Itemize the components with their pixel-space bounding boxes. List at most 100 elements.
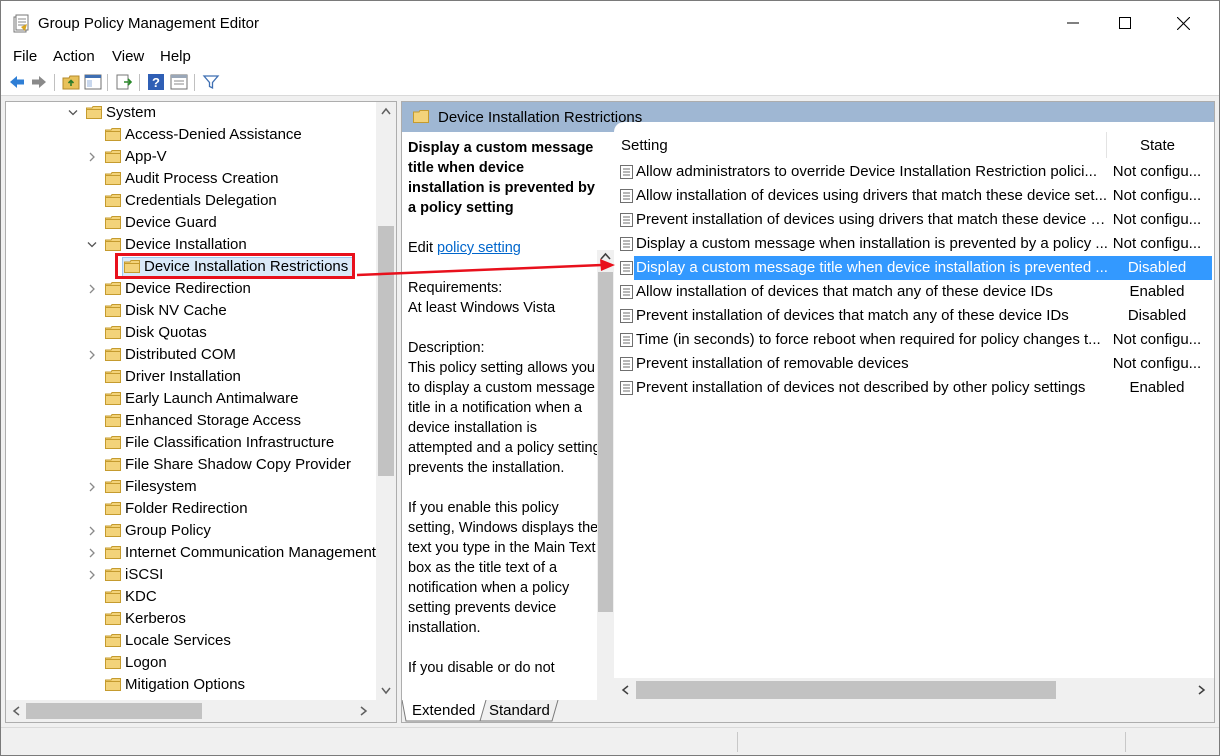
tree-item[interactable]: Distributed COM: [6, 344, 374, 366]
tree-item[interactable]: Audit Process Creation: [6, 168, 374, 190]
tree-item[interactable]: Filesystem: [6, 476, 374, 498]
filter-icon[interactable]: [202, 73, 220, 91]
setting-row[interactable]: Allow administrators to override Device …: [614, 160, 1214, 184]
tree-item[interactable]: iSCSI: [6, 564, 374, 586]
close-button[interactable]: [1154, 1, 1212, 45]
tab-extended[interactable]: Extended: [412, 702, 475, 719]
tree-item[interactable]: Early Launch Antimalware: [6, 388, 374, 410]
description-para-3: If you disable or do not: [408, 660, 555, 676]
tree-item-label: Audit Process Creation: [125, 170, 279, 187]
chevron-right-icon[interactable]: [87, 146, 97, 168]
tree-item[interactable]: Kerberos: [6, 608, 374, 630]
tree-item[interactable]: Disk NV Cache: [6, 300, 374, 322]
chevron-down-icon[interactable]: [87, 234, 97, 256]
edit-prefix: Edit: [408, 240, 438, 256]
show-hide-tree-icon[interactable]: [84, 73, 102, 91]
tree-item[interactable]: Enhanced Storage Access: [6, 410, 374, 432]
up-folder-icon[interactable]: [62, 73, 80, 91]
title-bar[interactable]: Group Policy Management Editor: [1, 1, 1219, 45]
description-scrollbar[interactable]: [597, 250, 614, 720]
tree-item-label: Driver Installation: [125, 368, 241, 385]
tree-item[interactable]: Device Guard: [6, 212, 374, 234]
tree-item[interactable]: Locale Services: [6, 630, 374, 652]
setting-row[interactable]: Allow installation of devices using driv…: [614, 184, 1214, 208]
tree-item[interactable]: System: [6, 102, 374, 124]
column-setting[interactable]: Setting: [621, 137, 668, 154]
properties-icon[interactable]: [170, 73, 188, 91]
menu-view[interactable]: View: [112, 48, 144, 65]
tree-item[interactable]: App-V: [6, 146, 374, 168]
menu-action[interactable]: Action: [53, 48, 95, 65]
tree-item-label: Folder Redirection: [125, 500, 248, 517]
scroll-right-icon[interactable]: [1198, 685, 1206, 695]
setting-name: Prevent installation of removable device…: [636, 355, 909, 372]
folder-icon: [105, 370, 121, 383]
tree-item-label: iSCSI: [125, 566, 164, 583]
tree-item[interactable]: KDC: [6, 586, 374, 608]
setting-name: Allow installation of devices using driv…: [636, 187, 1108, 204]
setting-state: Not configu...: [1112, 235, 1202, 252]
setting-row[interactable]: Allow installation of devices that match…: [614, 280, 1214, 304]
tree-horizontal-scrollbar[interactable]: [6, 700, 396, 722]
scroll-left-icon[interactable]: [621, 685, 629, 695]
chevron-right-icon[interactable]: [87, 278, 97, 300]
folder-icon: [105, 480, 121, 493]
tree-item[interactable]: Driver Installation: [6, 366, 374, 388]
chevron-right-icon[interactable]: [87, 542, 97, 564]
policy-setting-icon: [620, 333, 633, 347]
setting-row[interactable]: Display a custom message title when devi…: [614, 256, 1214, 280]
setting-row[interactable]: Prevent installation of removable device…: [614, 352, 1214, 376]
setting-state: Not configu...: [1112, 187, 1202, 204]
tree-item[interactable]: Logon: [6, 652, 374, 674]
maximize-button[interactable]: [1096, 1, 1154, 45]
minimize-button[interactable]: [1044, 1, 1102, 45]
tree-item[interactable]: Device Redirection: [6, 278, 374, 300]
menu-file[interactable]: File: [13, 48, 37, 65]
scroll-down-icon[interactable]: [381, 687, 391, 695]
tree-item[interactable]: Credentials Delegation: [6, 190, 374, 212]
scroll-left-icon[interactable]: [12, 706, 20, 716]
chevron-right-icon[interactable]: [87, 564, 97, 586]
setting-row[interactable]: Prevent installation of devices not desc…: [614, 376, 1214, 400]
setting-name: Allow administrators to override Device …: [636, 163, 1098, 180]
menu-help[interactable]: Help: [160, 48, 191, 65]
export-list-icon[interactable]: [115, 73, 133, 91]
folder-icon: [105, 194, 121, 207]
tree-item[interactable]: File Share Shadow Copy Provider: [6, 454, 374, 476]
column-state[interactable]: State: [1140, 137, 1175, 154]
folder-icon: [105, 524, 121, 537]
scroll-up-icon[interactable]: [381, 107, 391, 115]
setting-row[interactable]: Time (in seconds) to force reboot when r…: [614, 328, 1214, 352]
tree-item[interactable]: Mitigation Options: [6, 674, 374, 696]
column-divider[interactable]: [1106, 132, 1107, 158]
tree-item[interactable]: Internet Communication Management: [6, 542, 376, 564]
close-icon: [1176, 16, 1190, 30]
list-hscroll-thumb[interactable]: [636, 681, 1056, 699]
description-scroll-thumb[interactable]: [598, 272, 613, 612]
edit-policy-link[interactable]: policy setting: [437, 240, 521, 256]
setting-row[interactable]: Prevent installation of devices that mat…: [614, 304, 1214, 328]
tree-item-label: File Share Shadow Copy Provider: [125, 456, 351, 473]
tree-item[interactable]: Disk Quotas: [6, 322, 374, 344]
chevron-right-icon[interactable]: [87, 344, 97, 366]
tree-item-label: Group Policy: [125, 522, 211, 539]
tree-item[interactable]: Access-Denied Assistance: [6, 124, 374, 146]
back-arrow-icon[interactable]: [8, 73, 26, 91]
tree-item-label: Disk Quotas: [125, 324, 207, 341]
chevron-right-icon[interactable]: [87, 476, 97, 498]
tree-item[interactable]: Group Policy: [6, 520, 374, 542]
toolbar-separator: [139, 74, 140, 91]
setting-row[interactable]: Prevent installation of devices using dr…: [614, 208, 1214, 232]
help-icon[interactable]: ?: [147, 73, 165, 91]
list-horizontal-scrollbar[interactable]: [614, 678, 1214, 702]
tree-item[interactable]: Folder Redirection: [6, 498, 374, 520]
setting-row[interactable]: Display a custom message when installati…: [614, 232, 1214, 256]
tree-vertical-scrollbar[interactable]: [376, 102, 396, 700]
chevron-down-icon[interactable]: [68, 102, 78, 124]
tab-standard[interactable]: Standard: [489, 702, 550, 719]
chevron-right-icon[interactable]: [87, 520, 97, 542]
tree-item[interactable]: File Classification Infrastructure: [6, 432, 374, 454]
forward-arrow-icon[interactable]: [30, 73, 48, 91]
tree-hscroll-thumb[interactable]: [26, 703, 202, 719]
scroll-right-icon[interactable]: [360, 706, 368, 716]
